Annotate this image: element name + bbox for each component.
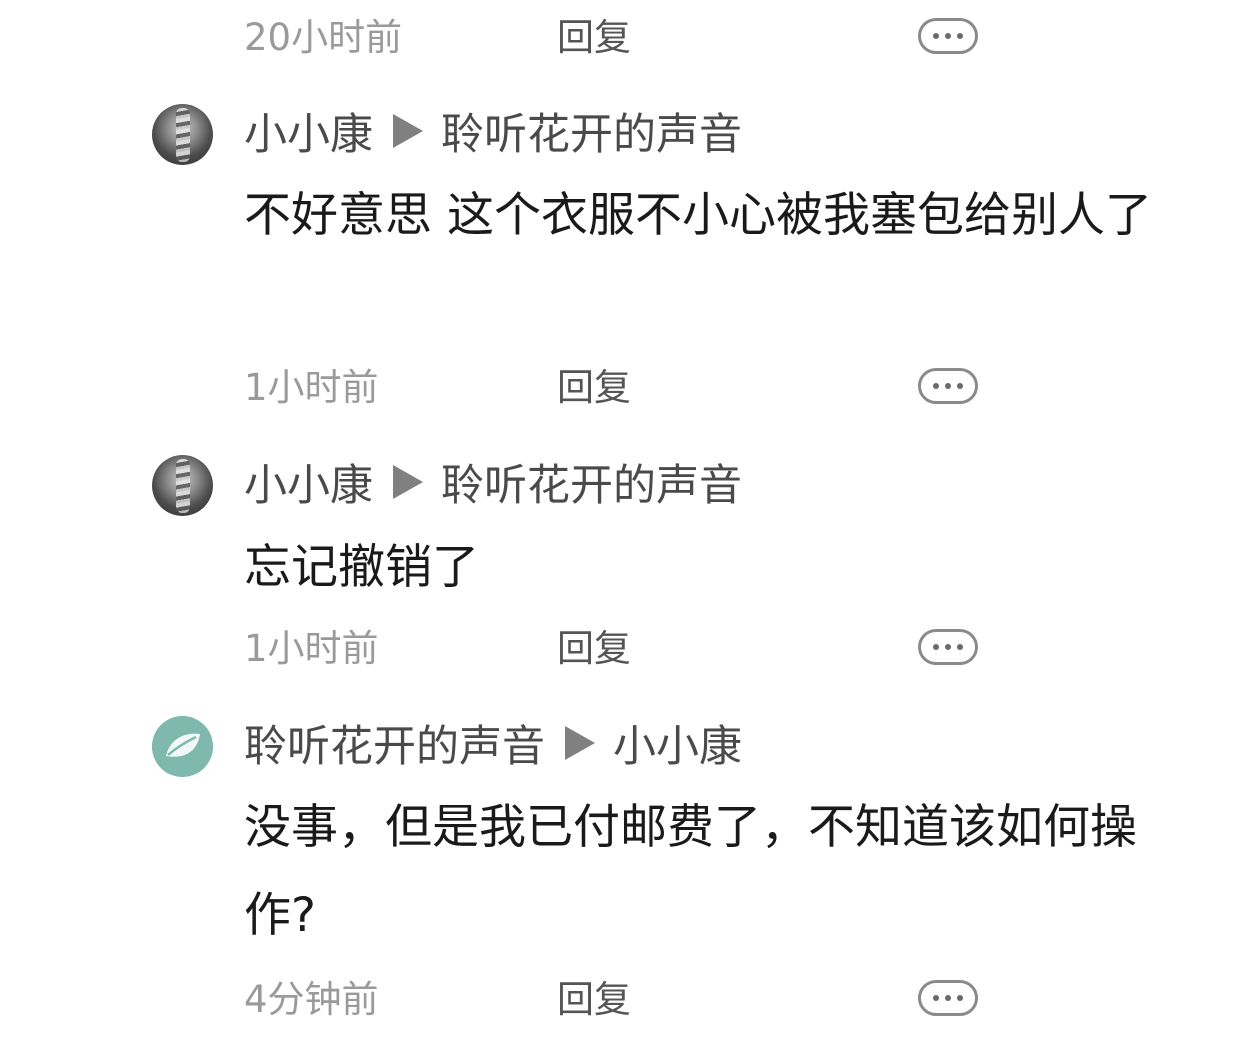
reply-target-name[interactable]: 聆听花开的声音 <box>441 451 742 513</box>
more-dots-icon <box>945 644 951 650</box>
comment-author-line: 小小康 聆听花开的声音 <box>244 104 742 160</box>
comment-time: 1小时前 <box>244 366 379 409</box>
more-dots-icon <box>933 33 939 39</box>
comment-meta-row: 20小时前 回复 <box>244 13 1004 63</box>
comment-time: 4分钟前 <box>244 978 379 1021</box>
reply-button[interactable]: 回复 <box>557 975 631 1025</box>
comment-author-line: 聆听花开的声音 小小康 <box>244 716 742 772</box>
more-dots-icon <box>957 995 963 1001</box>
leaf-avatar-icon <box>152 716 213 777</box>
more-dots-icon <box>957 644 963 650</box>
more-options-button[interactable] <box>918 18 978 54</box>
more-dots-icon <box>945 33 951 39</box>
author-name[interactable]: 小小康 <box>244 451 373 513</box>
more-dots-icon <box>945 995 951 1001</box>
play-arrow-icon <box>565 726 595 760</box>
reply-target-name[interactable]: 小小康 <box>613 712 742 774</box>
more-options-button[interactable] <box>918 368 978 404</box>
more-dots-icon <box>957 383 963 389</box>
more-options-button[interactable] <box>918 629 978 665</box>
avatar[interactable] <box>152 455 213 516</box>
more-options-button[interactable] <box>918 980 978 1016</box>
comment-meta-row: 1小时前 回复 <box>244 624 1004 674</box>
avatar[interactable] <box>152 104 213 165</box>
comment-text: 不好意思 这个衣服不小心被我塞包给别人了 <box>244 188 1152 243</box>
comment-time: 20小时前 <box>244 16 403 59</box>
author-name[interactable]: 小小康 <box>244 100 373 162</box>
comment-author-line: 小小康 聆听花开的声音 <box>244 455 742 511</box>
reply-button[interactable]: 回复 <box>557 624 631 674</box>
comment-meta-row: 1小时前 回复 <box>244 363 1004 413</box>
more-dots-icon <box>957 33 963 39</box>
play-arrow-icon <box>393 465 423 499</box>
author-name[interactable]: 聆听花开的声音 <box>244 712 545 774</box>
comment-text: 没事，但是我已付邮费了，不知道该如何操作? <box>244 800 1137 943</box>
avatar[interactable] <box>152 716 213 777</box>
comment-meta-row: 4分钟前 回复 <box>244 975 1004 1025</box>
reply-button[interactable]: 回复 <box>557 13 631 63</box>
play-arrow-icon <box>393 114 423 148</box>
more-dots-icon <box>945 383 951 389</box>
comment-time: 1小时前 <box>244 627 379 670</box>
reply-button[interactable]: 回复 <box>557 363 631 413</box>
comment-text: 忘记撤销了 <box>244 540 479 595</box>
more-dots-icon <box>933 644 939 650</box>
more-dots-icon <box>933 995 939 1001</box>
reply-target-name[interactable]: 聆听花开的声音 <box>441 100 742 162</box>
more-dots-icon <box>933 383 939 389</box>
